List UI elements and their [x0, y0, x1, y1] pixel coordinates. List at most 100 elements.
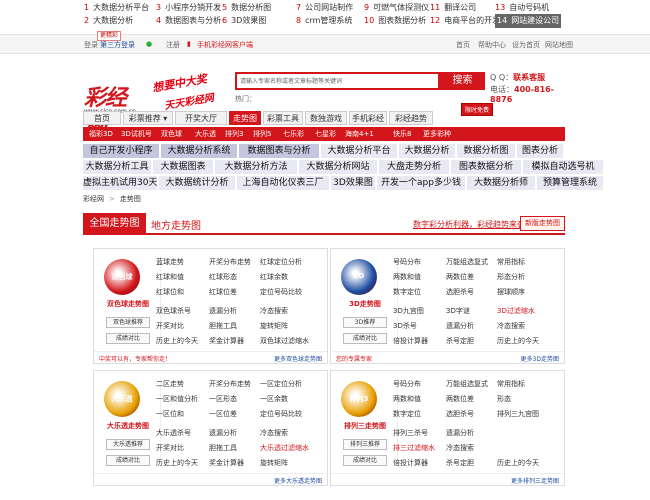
keyword-link[interactable]: 图表分析 — [517, 144, 563, 158]
chart-link[interactable]: 红球位差 — [209, 287, 237, 297]
keyword-link[interactable]: 大数据图表 — [153, 160, 213, 174]
chart-link[interactable]: 两数位差 — [446, 394, 474, 404]
keyword-link[interactable]: 大数据分析网站 — [299, 160, 377, 174]
compare-button[interactable]: 成绩对比 — [343, 333, 387, 344]
chart-link[interactable]: 排列三九宫图 — [497, 409, 539, 419]
chart-link[interactable]: 冷态搜索 — [260, 428, 288, 438]
chart-link[interactable]: 选胆杀号 — [446, 287, 474, 297]
chart-link[interactable]: 3D字谜 — [446, 306, 470, 316]
keyword-link[interactable]: 大数据分析方法 — [215, 160, 297, 174]
compare-button[interactable]: 成绩对比 — [343, 455, 387, 466]
subnav-item[interactable]: 更多彩种 — [423, 127, 451, 141]
lottery-logo-icon[interactable]: 大乐透 — [104, 381, 140, 417]
subnav-item[interactable]: 海南4+1 — [345, 127, 374, 141]
keyword-link[interactable]: 图表数据分析 — [451, 160, 521, 174]
subnav-item[interactable]: 排列5 — [253, 127, 271, 141]
nav-home[interactable]: 首页 — [83, 111, 121, 125]
chart-link[interactable]: 一区和值分析 — [156, 394, 198, 404]
chart-link[interactable]: 形态 — [497, 394, 511, 404]
chart-link[interactable]: 历史上的今天 — [156, 336, 198, 346]
panel-footer-promo[interactable]: 您的专属专家 — [336, 354, 372, 363]
chart-link[interactable]: 一区余数 — [260, 394, 288, 404]
chart-link[interactable]: 数字定位 — [393, 409, 421, 419]
chart-link[interactable]: 杀号定胆 — [446, 458, 474, 468]
chart-link[interactable]: 万能组选复式 — [446, 257, 488, 267]
chart-link[interactable]: 杀号定胆 — [446, 336, 474, 346]
chart-link[interactable]: 大乐透杀号 — [156, 428, 191, 438]
top-link[interactable]: 1 大数据分析平台 — [84, 1, 149, 15]
recommend-button[interactable]: 排列三推荐 — [343, 439, 387, 450]
recommend-button[interactable]: 3D推荐 — [343, 317, 387, 328]
chart-link[interactable]: 冷态搜索 — [260, 306, 288, 316]
keyword-link[interactable]: 模拟自动选号机 — [523, 160, 603, 174]
chart-link[interactable]: 遗漏分析 — [446, 428, 474, 438]
chart-link[interactable]: 开奖分布走势 — [209, 379, 251, 389]
top-link[interactable]: 13 自动号码机 — [495, 1, 549, 15]
keyword-link[interactable]: 大数据分析平台 — [321, 144, 397, 158]
panel-footer-promo[interactable]: 中奖可以有，专家帮你走！ — [99, 354, 171, 363]
set-home-link[interactable]: 设为首页 — [512, 40, 540, 50]
nav-recommend[interactable]: 彩票推荐 ▾ — [123, 111, 173, 125]
lottery-logo-icon[interactable]: 3D — [341, 259, 377, 295]
subnav-item[interactable]: 七星彩 — [315, 127, 336, 141]
keyword-link[interactable]: 大盘走势分析 — [379, 160, 449, 174]
login-link[interactable]: 登录 — [84, 40, 98, 50]
keyword-link[interactable]: 数据分析图 — [457, 144, 515, 158]
nav-trend[interactable]: 走势图 — [229, 111, 261, 125]
keyword-link[interactable]: 大数据分析工具 — [83, 160, 151, 174]
top-link[interactable]: 8 crm管理系统 — [296, 14, 352, 28]
nav-tools[interactable]: 彩票工具 — [263, 111, 303, 125]
chart-link[interactable]: 胆拖工具 — [209, 321, 237, 331]
home-link[interactable]: 首页 — [456, 40, 470, 50]
site-logo[interactable]: 彩经网 www.cjcp.com.cn — [84, 80, 142, 143]
compare-button[interactable]: 成绩对比 — [106, 333, 150, 344]
subnav-item[interactable]: 七乐彩 — [283, 127, 304, 141]
compare-button[interactable]: 成绩对比 — [106, 455, 150, 466]
subnav-item[interactable]: 排列3 — [225, 127, 243, 141]
more-charts-link[interactable]: 更多大乐透走势图 — [274, 476, 322, 485]
chart-link[interactable]: 红球和值 — [156, 272, 184, 282]
keyword-link[interactable]: 虚拟主机试用30天 — [83, 176, 157, 190]
chart-link[interactable]: 定位号码比较 — [260, 409, 302, 419]
chart-link[interactable]: 形态分析 — [497, 272, 525, 282]
subnav-item[interactable]: 双色球 — [161, 127, 182, 141]
subnav-item[interactable]: 大乐透 — [195, 127, 216, 141]
keyword-link[interactable]: 3D效果图 — [331, 176, 375, 190]
top-link[interactable]: 3 小程序分销开发 — [156, 1, 221, 15]
nav-trend-analysis[interactable]: 彩经趋势 — [389, 111, 433, 125]
search-button[interactable]: 搜索 — [440, 72, 485, 90]
keyword-link[interactable]: 大数据分析师 — [467, 176, 535, 190]
top-link[interactable]: 7 公司网站制作 — [296, 1, 353, 15]
third-party-login[interactable]: 第三方登录 — [100, 40, 135, 50]
chart-link[interactable]: 冷态搜索 — [497, 321, 525, 331]
panel-title[interactable]: 排列三走势图 — [335, 421, 395, 431]
subnav-item[interactable]: 福彩3D — [89, 127, 113, 141]
chart-link[interactable]: 常用指标 — [497, 257, 525, 267]
promo-link[interactable]: 数字彩分析利器，彩经趋势来袭 — [413, 219, 525, 230]
chart-link[interactable]: 蓝球走势 — [156, 257, 184, 267]
chart-link[interactable]: 一区形态 — [209, 394, 237, 404]
chart-link[interactable]: 两数位差 — [446, 272, 474, 282]
keyword-link[interactable]: 自己开发小程序 — [83, 144, 159, 158]
sitemap-link[interactable]: 网站地图 — [545, 40, 573, 50]
chart-link[interactable]: 旋转矩阵 — [260, 458, 288, 468]
more-charts-link[interactable]: 更多排列三走势图 — [511, 476, 559, 485]
chart-link[interactable]: 一区位和 — [156, 409, 184, 419]
more-charts-link[interactable]: 更多3D走势图 — [521, 354, 559, 363]
chart-link[interactable]: 旋转矩阵 — [260, 321, 288, 331]
nav-sudoku[interactable]: 数独游戏 — [305, 111, 347, 125]
chart-link[interactable]: 开奖对比 — [156, 443, 184, 453]
keyword-link[interactable]: 大数据分析 — [399, 144, 455, 158]
chart-link[interactable]: 双色球杀号 — [156, 306, 191, 316]
keyword-link[interactable]: 预算管理系统 — [537, 176, 603, 190]
chart-link[interactable]: 号码分布 — [393, 379, 421, 389]
top-link[interactable]: 12 电商平台的开发 — [430, 14, 500, 28]
top-link[interactable]: 9 可燃气体探测仪 — [364, 1, 429, 15]
chart-link[interactable]: 两数和值 — [393, 394, 421, 404]
chart-link[interactable]: 大乐透过滤缩水 — [260, 443, 309, 453]
tab-national[interactable]: 全国走势图 — [83, 213, 146, 235]
chart-link[interactable]: 红球形态 — [209, 272, 237, 282]
chart-link[interactable]: 两数和值 — [393, 272, 421, 282]
chart-link[interactable]: 开奖分布走势 — [209, 257, 251, 267]
chart-link[interactable]: 一区定位分析 — [260, 379, 302, 389]
